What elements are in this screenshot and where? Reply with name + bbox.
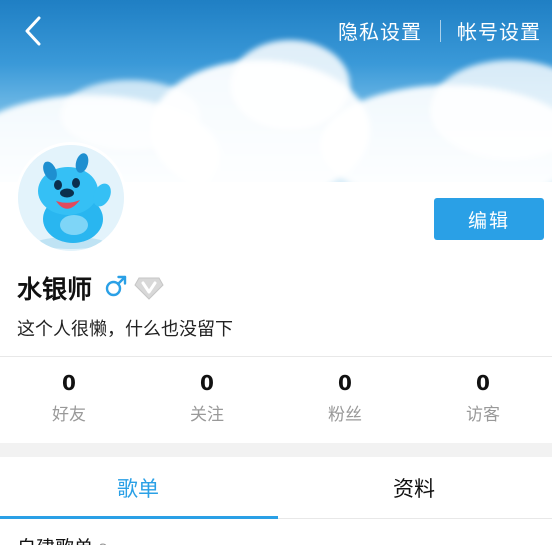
vip-diamond-icon[interactable] [134,276,164,300]
section-title[interactable]: 自建歌单2 [17,533,108,545]
section-title-label: 自建歌单 [17,537,93,545]
edit-profile-button[interactable]: 编辑 [434,198,544,240]
stats-row: 0 好友 0 关注 0 粉丝 0 访客 [0,370,552,430]
mascot-avatar-image [18,145,124,251]
stat-label: 访客 [466,405,500,425]
username: 水银师 [17,275,93,304]
stat-value: 0 [476,371,490,395]
cloud [230,40,350,130]
tab-playlists[interactable]: 歌单 [0,457,276,518]
account-settings-link[interactable]: 帐号设置 [457,16,541,45]
stat-value: 0 [338,371,352,395]
stat-fans[interactable]: 0 粉丝 [276,370,414,430]
stat-value: 0 [200,371,214,395]
active-tab-indicator [0,516,278,519]
avatar[interactable] [15,142,127,254]
stat-label: 关注 [190,405,224,425]
tab-info[interactable]: 资料 [276,457,552,518]
stat-following[interactable]: 0 关注 [138,370,276,430]
stat-visitors[interactable]: 0 访客 [414,370,552,430]
back-button[interactable] [16,14,50,48]
male-icon [105,275,127,297]
section-gap [0,443,552,457]
header-divider [440,20,441,42]
stat-friends[interactable]: 0 好友 [0,370,138,430]
stat-label: 好友 [52,405,86,425]
signature-text: 这个人很懒，什么也没留下 [17,319,233,340]
chevron-left-icon [25,16,41,46]
profile-tabs: 歌单 资料 [0,457,552,519]
divider [0,356,552,357]
stat-value: 0 [62,371,76,395]
privacy-settings-link[interactable]: 隐私设置 [338,16,422,45]
stat-label: 粉丝 [328,405,362,425]
